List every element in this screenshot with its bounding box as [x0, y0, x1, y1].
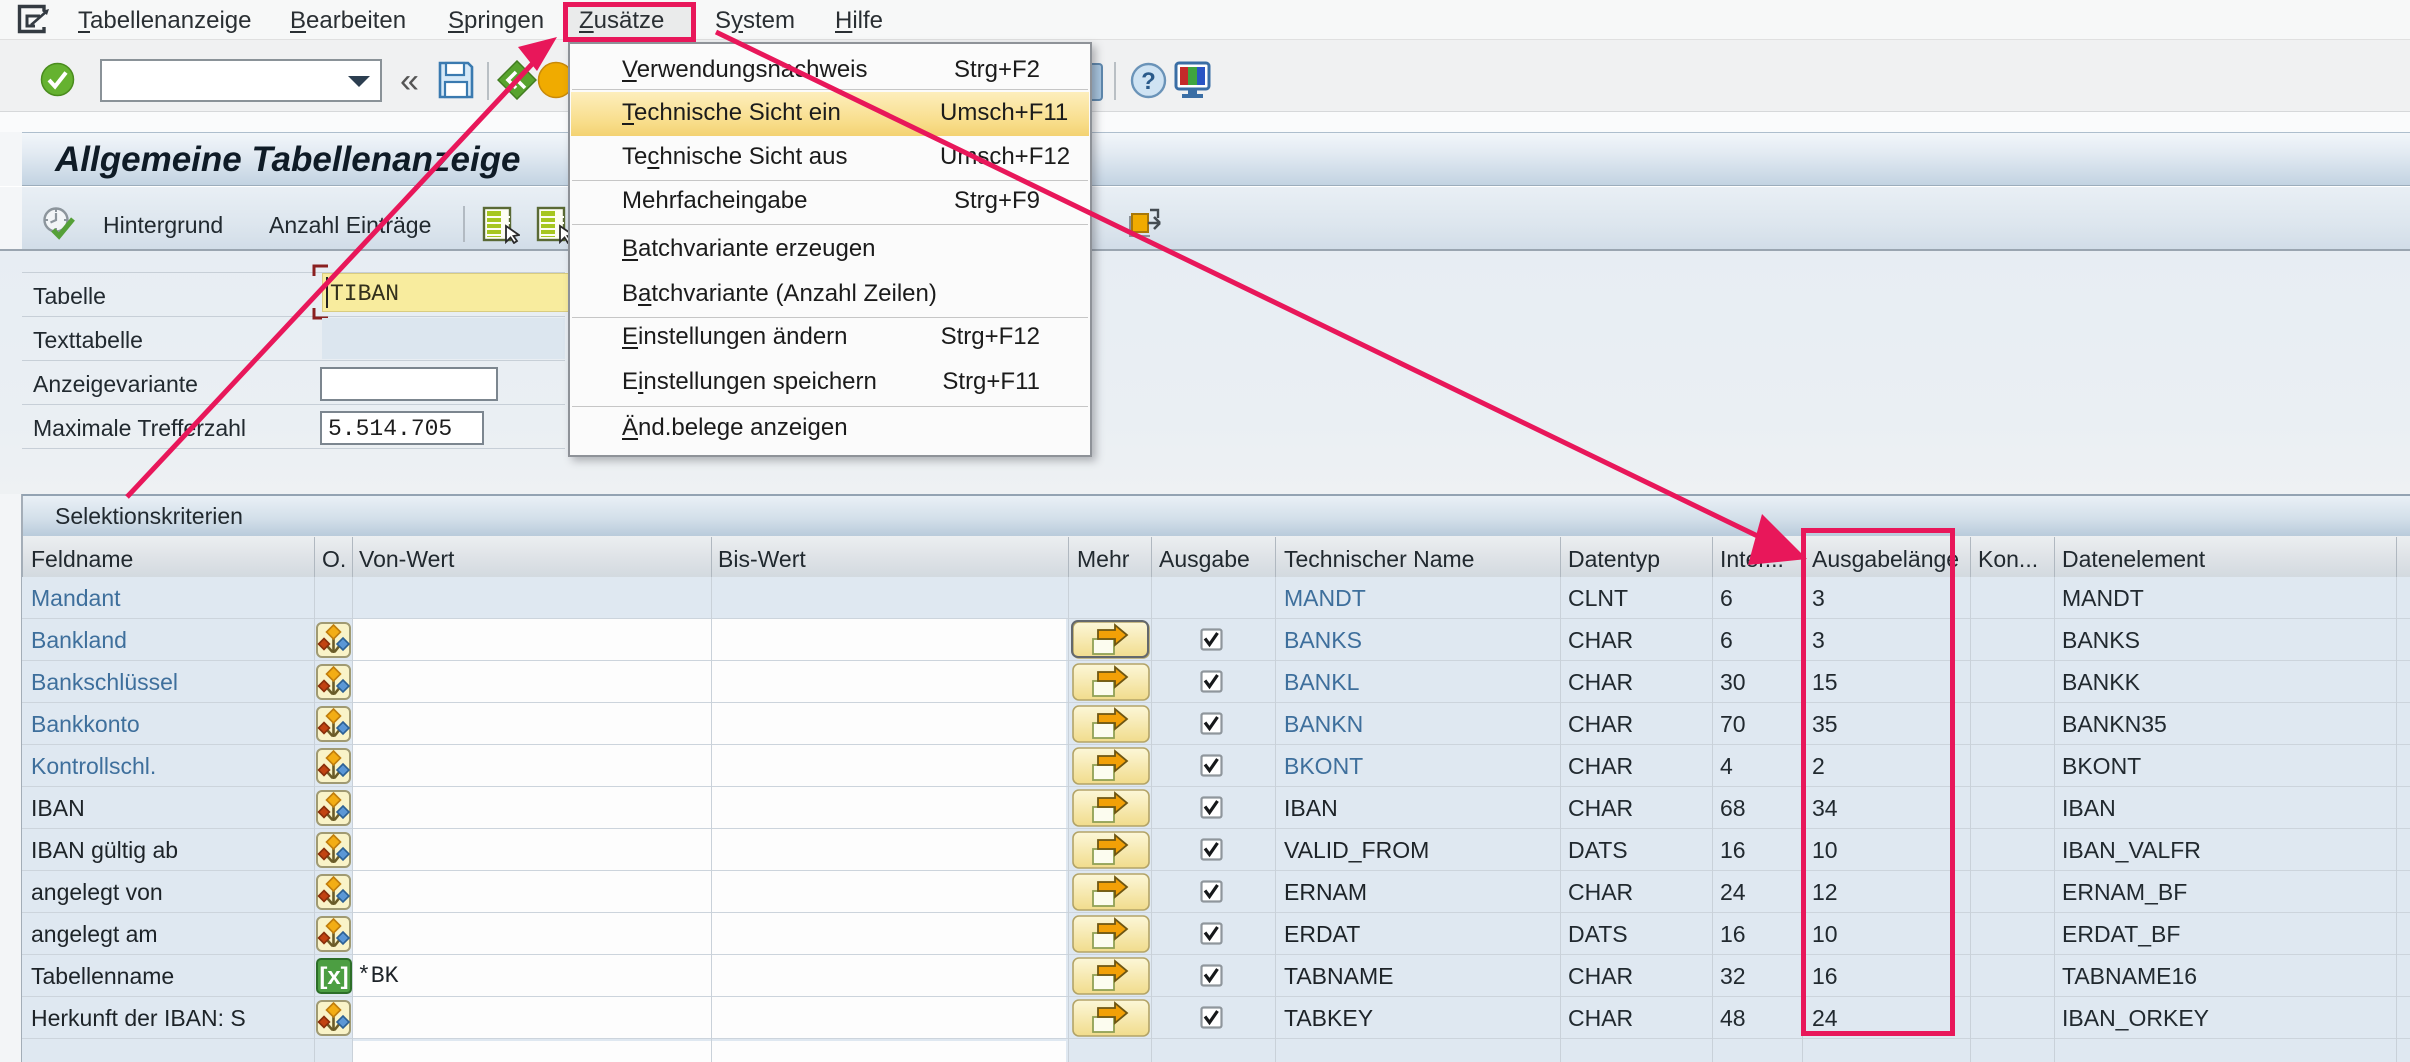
- svg-text:?: ?: [1141, 68, 1156, 95]
